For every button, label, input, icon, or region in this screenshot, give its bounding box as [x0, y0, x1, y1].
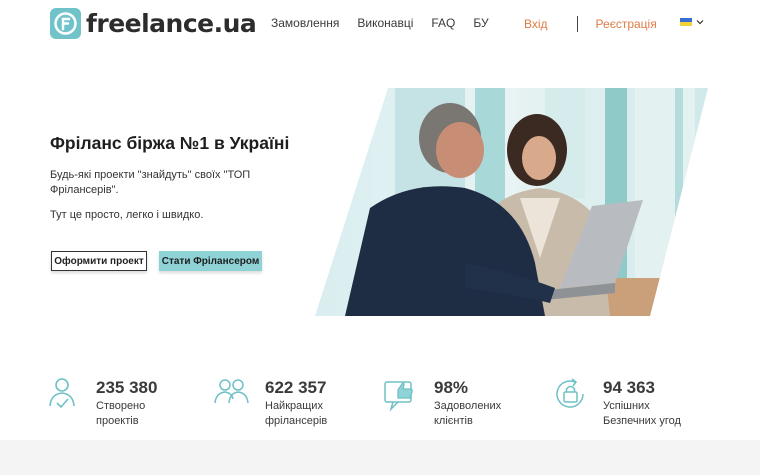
section-divider-band	[0, 440, 760, 475]
logo[interactable]: freelance.ua	[50, 8, 257, 39]
chevron-down-icon	[696, 20, 704, 25]
nav-faq[interactable]: FAQ	[431, 16, 455, 30]
hero-title: Фріланс біржа №1 в Україні	[50, 133, 290, 153]
stat-label: Задоволених клієнтів	[434, 400, 502, 427]
people-group-icon	[214, 379, 249, 404]
person-check-icon	[49, 378, 75, 409]
freelancers-working-photo	[315, 88, 708, 316]
become-freelancer-button[interactable]: Стати Фрілансером	[159, 251, 262, 271]
auth-divider	[576, 16, 578, 32]
auth-links: Вхід Реєстрація	[524, 16, 657, 32]
logo-mark-icon	[50, 8, 81, 39]
order-project-button[interactable]: Оформити проект	[51, 251, 147, 271]
nav-orders[interactable]: Замовлення	[271, 16, 339, 30]
nav-freelancers[interactable]: Виконавці	[357, 16, 413, 30]
login-link[interactable]: Вхід	[524, 17, 548, 31]
logo-text: freelance.ua	[86, 9, 257, 38]
secure-lock-icon	[556, 378, 584, 408]
language-selector[interactable]	[680, 18, 704, 26]
hero-subtitle-2: Тут це просто, легко і швидко.	[50, 209, 204, 221]
main-nav: Замовлення Виконавці FAQ БУ	[271, 16, 507, 30]
stat-value: 622 357	[265, 378, 327, 397]
hero-subtitle: Будь-які проекти "знайдуть" своїх "ТОП Ф…	[50, 169, 251, 196]
stat-label: Успішних Безпечних угод	[603, 400, 681, 427]
stat-value: 235 380	[96, 378, 158, 397]
thumbs-up-icon	[384, 381, 413, 412]
stat-value: 94 363	[603, 378, 655, 397]
nav-bu[interactable]: БУ	[473, 16, 488, 30]
stat-value: 98%	[434, 378, 469, 397]
register-link[interactable]: Реєстрація	[596, 17, 657, 31]
stat-label: Найкращих фрілансерів	[265, 400, 328, 427]
stat-label: Створено проектів	[96, 400, 146, 427]
site-header: freelance.ua Замовлення Виконавці FAQ БУ…	[0, 0, 760, 48]
ukraine-flag-icon	[680, 18, 692, 26]
